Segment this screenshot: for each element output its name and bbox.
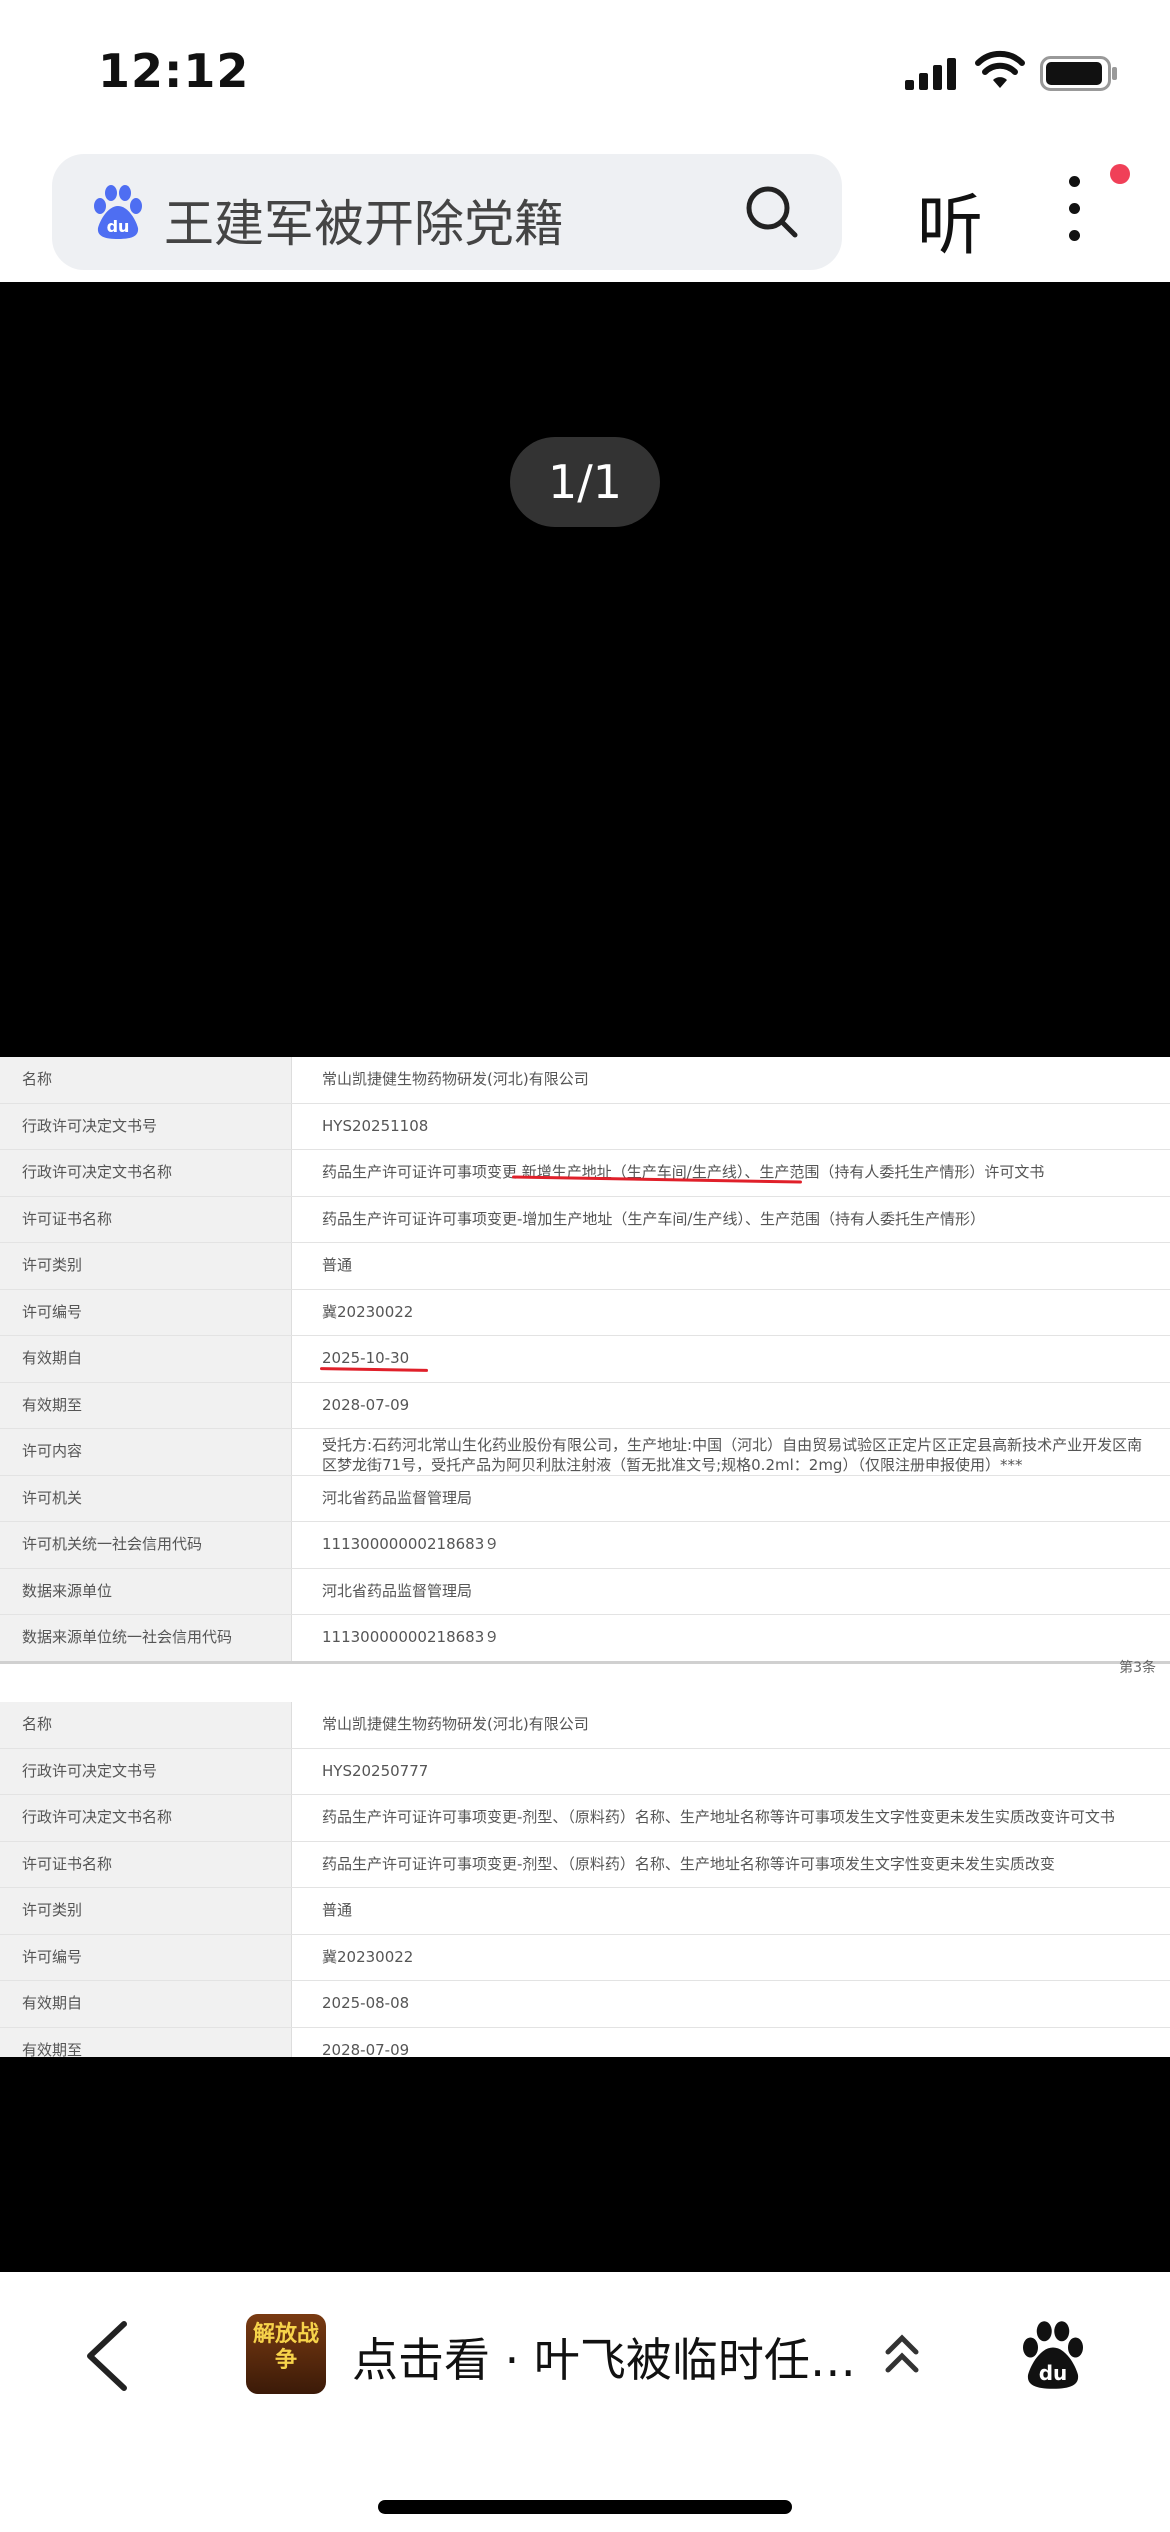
- field-label: 许可编号: [0, 1289, 292, 1335]
- table-row: 有效期至 2028-07-09: [0, 1382, 1170, 1429]
- table-row: 许可编号 冀20230022: [0, 1934, 1170, 1981]
- svg-text:du: du: [1039, 2361, 1068, 2385]
- listen-button[interactable]: 听: [917, 172, 983, 268]
- notification-dot: [1110, 164, 1130, 184]
- table-row: 许可内容 受托方:石药河北常山生化药业股份有限公司，生产地址:中国（河北）自由贸易…: [0, 1429, 1170, 1476]
- field-value: 2028-07-09: [322, 1395, 410, 1414]
- field-label: 许可内容: [0, 1429, 292, 1475]
- field-label: 许可类别: [0, 1243, 292, 1289]
- table-row: 数据来源单位 河北省药品监督管理局: [0, 1568, 1170, 1615]
- field-value: 普通: [322, 1256, 353, 1274]
- field-label: 行政许可决定文书名称: [0, 1150, 292, 1196]
- field-label: 有效期至: [0, 2027, 292, 2057]
- table-row: 有效期自 2025-10-30: [0, 1336, 1170, 1383]
- table-row: 有效期至 2028-07-09: [0, 2027, 1170, 2058]
- battery-icon: [1040, 56, 1117, 91]
- field-value: 2025-10-30: [322, 1349, 410, 1367]
- field-label: 行政许可决定文书名称: [0, 1795, 292, 1841]
- video-caption[interactable]: 点击看 · 叶飞被临时任…: [352, 2324, 856, 2390]
- field-label: 行政许可决定文书号: [0, 1103, 292, 1149]
- field-value: HYS20250777: [322, 1761, 429, 1780]
- field-value: HYS20251108: [322, 1116, 429, 1135]
- table-row: 许可机关统一社会信用代码 11130000000218683９: [0, 1522, 1170, 1569]
- field-value: 2028-07-09: [322, 2040, 410, 2058]
- document-image: 名称 常山凯捷健生物药物研发(河北)有限公司 行政许可决定文书号 HYS202511…: [0, 1057, 1170, 2057]
- field-value: 药品生产许可证许可事项变更-剂型、（原料药）名称、生产地址名称等许可事项发生文字…: [322, 1854, 1055, 1873]
- back-arrow-icon[interactable]: [82, 2318, 132, 2394]
- field-label: 许可证书名称: [0, 1841, 292, 1887]
- svg-text:du: du: [107, 217, 130, 236]
- field-label: 有效期自: [0, 1981, 292, 2027]
- field-label: 名称: [0, 1057, 292, 1103]
- field-label: 数据来源单位: [0, 1568, 292, 1614]
- table-row: 许可机关 河北省药品监督管理局: [0, 1475, 1170, 1522]
- field-value: 冀20230022: [322, 1302, 414, 1321]
- table-row: 许可证书名称 药品生产许可证许可事项变更-剂型、（原料药）名称、生产地址名称等许可…: [0, 1841, 1170, 1888]
- bottom-bar: 解放战争 点击看 · 叶飞被临时任… du: [0, 2272, 1170, 2532]
- search-query[interactable]: 王建军被开除党籍: [164, 184, 564, 256]
- field-value: 常山凯捷健生物药物研发(河北)有限公司: [322, 1715, 589, 1733]
- cellular-signal-icon: [905, 58, 956, 90]
- field-value: 受托方:石药河北常山生化药业股份有限公司，生产地址:中国（河北）自由贸易试验区正…: [322, 1436, 1143, 1474]
- field-value: 11130000000218683９: [322, 1535, 500, 1553]
- table-row: 数据来源单位统一社会信用代码 11130000000218683９: [0, 1615, 1170, 1664]
- field-value: 11130000000218683９: [322, 1628, 500, 1646]
- chevron-up-icon[interactable]: [882, 2330, 922, 2380]
- table-row: 行政许可决定文书名称 药品生产许可证许可事项变更 新增生产地址（生产车间/生产线）…: [0, 1150, 1170, 1197]
- more-menu-icon[interactable]: [1060, 176, 1088, 256]
- field-label: 行政许可决定文书号: [0, 1748, 292, 1794]
- field-value: 药品生产许可证许可事项变更-增加生产地址（生产车间/生产线）、生产范围（持有人委…: [322, 1209, 985, 1228]
- field-value: 冀20230022: [322, 1947, 414, 1966]
- field-value: 河北省药品监督管理局: [322, 1581, 473, 1600]
- table-row: 有效期自 2025-08-08: [0, 1981, 1170, 2028]
- field-value: 河北省药品监督管理局: [322, 1488, 473, 1507]
- image-viewer[interactable]: 1/1 名称 常山凯捷健生物药物研发(河北)有限公司 行政许可决定文书号 HYS20…: [0, 282, 1170, 2272]
- field-label: 许可证书名称: [0, 1196, 292, 1242]
- search-bar[interactable]: du 王建军被开除党籍: [52, 154, 842, 270]
- image-counter: 1/1: [510, 437, 660, 527]
- table-row: 许可证书名称 药品生产许可证许可事项变更-增加生产地址（生产车间/生产线）、生产范…: [0, 1196, 1170, 1243]
- table-row: 许可编号 冀20230022: [0, 1289, 1170, 1336]
- field-label: 有效期自: [0, 1336, 292, 1382]
- field-value: 常山凯捷健生物药物研发(河北)有限公司: [322, 1070, 589, 1088]
- table-row: 行政许可决定文书号 HYS20251108: [0, 1103, 1170, 1150]
- field-label: 许可编号: [0, 1934, 292, 1980]
- search-header: du 王建军被开除党籍 听: [0, 150, 1170, 280]
- status-bar: 12:12: [0, 0, 1170, 150]
- page-number: 第3条: [1119, 1660, 1156, 1676]
- field-value: 药品生产许可证许可事项变更 新增生产地址（生产车间/生产线）、生产范围（持有人委…: [322, 1163, 1045, 1181]
- wifi-icon: [975, 50, 1025, 88]
- field-label: 数据来源单位统一社会信用代码: [0, 1615, 292, 1661]
- table-row: 名称 常山凯捷健生物药物研发(河北)有限公司: [0, 1057, 1170, 1104]
- field-label: 有效期至: [0, 1382, 292, 1428]
- license-table-1: 名称 常山凯捷健生物药物研发(河北)有限公司 行政许可决定文书号 HYS202511…: [0, 1057, 1170, 1664]
- field-label: 许可机关: [0, 1475, 292, 1521]
- baidu-paw-icon[interactable]: du: [1018, 2320, 1088, 2390]
- video-thumbnail[interactable]: 解放战争: [246, 2314, 326, 2394]
- search-icon[interactable]: [742, 182, 802, 242]
- status-time: 12:12: [98, 44, 250, 98]
- field-label: 许可类别: [0, 1888, 292, 1934]
- table-row: 行政许可决定文书号 HYS20250777: [0, 1748, 1170, 1795]
- baidu-logo-icon: du: [94, 185, 142, 239]
- table-row: 行政许可决定文书名称 药品生产许可证许可事项变更-剂型、（原料药）名称、生产地址名…: [0, 1795, 1170, 1842]
- field-label: 名称: [0, 1702, 292, 1748]
- field-value: 药品生产许可证许可事项变更-剂型、（原料药）名称、生产地址名称等许可事项发生文字…: [322, 1808, 1115, 1826]
- field-label: 许可机关统一社会信用代码: [0, 1522, 292, 1568]
- table-row: 许可类别 普通: [0, 1888, 1170, 1935]
- table-row: 许可类别 普通: [0, 1243, 1170, 1290]
- license-table-2: 名称 常山凯捷健生物药物研发(河北)有限公司 行政许可决定文书号 HYS202507…: [0, 1702, 1170, 2057]
- table-row: 名称 常山凯捷健生物药物研发(河北)有限公司: [0, 1702, 1170, 1749]
- field-value: 普通: [322, 1901, 353, 1919]
- field-value: 2025-08-08: [322, 1994, 410, 2012]
- home-indicator[interactable]: [378, 2500, 792, 2514]
